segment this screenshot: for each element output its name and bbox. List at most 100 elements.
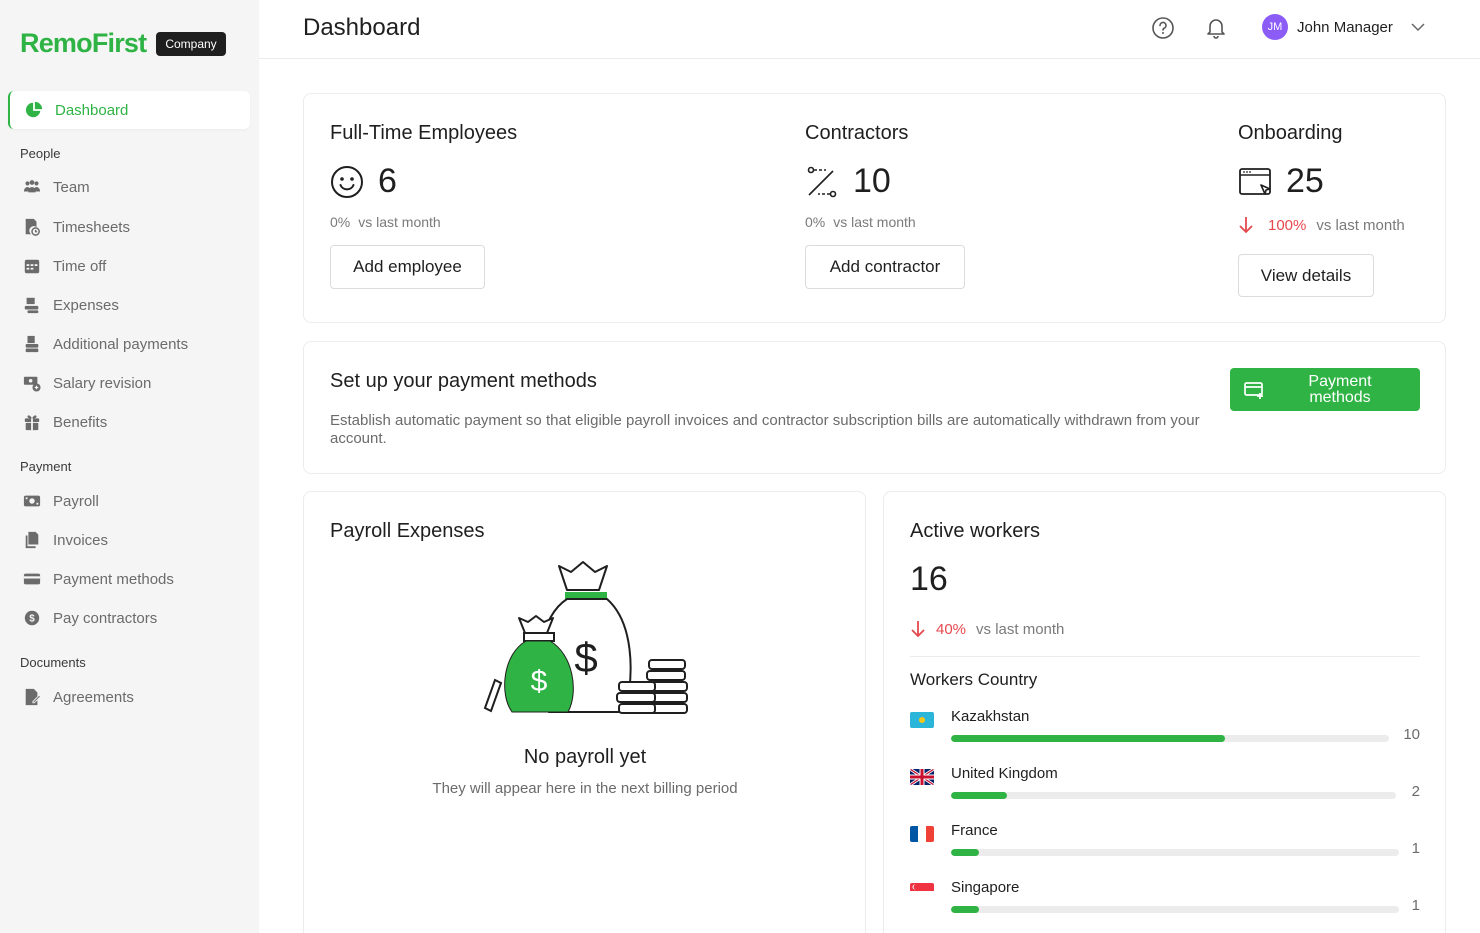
page-title: Dashboard xyxy=(303,14,421,41)
sidebar-item-team[interactable]: Team xyxy=(22,175,90,199)
country-name: United Kingdom xyxy=(951,765,1058,782)
employees-stat: 6 xyxy=(330,162,397,201)
user-menu[interactable]: JM John Manager xyxy=(1262,14,1426,40)
country-count: 1 xyxy=(1411,897,1420,914)
employees-pct: 0% xyxy=(330,214,351,230)
sidebar-item-label: Salary revision xyxy=(53,374,152,392)
sidebar-item-payroll[interactable]: Payroll xyxy=(22,489,99,513)
sidebar-item-dashboard[interactable]: Dashboard xyxy=(8,91,250,129)
sidebar-item-time-off[interactable]: Time off xyxy=(22,254,106,278)
credit-card-icon xyxy=(22,569,42,589)
country-name: Kazakhstan xyxy=(951,708,1030,725)
sidebar-item-label: Timesheets xyxy=(53,218,130,236)
money-bags-illustration: $ $ xyxy=(483,561,688,714)
active-workers-title: Active workers xyxy=(910,520,1041,542)
onboarding-count: 25 xyxy=(1286,162,1324,200)
contractors-trend: 0% vs last month xyxy=(805,214,916,230)
team-icon xyxy=(22,177,42,197)
sidebar-item-agreements[interactable]: Agreements xyxy=(22,685,134,709)
payment-stack-icon xyxy=(22,334,42,354)
sidebar-item-label: Time off xyxy=(53,257,107,275)
calendar-icon xyxy=(22,256,42,276)
onboarding-title: Onboarding xyxy=(1238,122,1343,144)
logo[interactable]: RemoFirst Company xyxy=(20,28,226,59)
sidebar-item-label: Additional payments xyxy=(53,335,189,353)
france-flag-icon xyxy=(910,826,934,842)
country-bar xyxy=(951,849,1399,856)
country-count: 2 xyxy=(1411,783,1420,800)
sidebar-item-salary-revision[interactable]: Salary revision xyxy=(22,371,151,395)
section-payment: Payment xyxy=(20,459,72,474)
country-name: France xyxy=(951,822,998,839)
chevron-down-icon xyxy=(1411,23,1425,32)
sidebar-item-label: Dashboard xyxy=(55,101,129,119)
payroll-icon xyxy=(22,491,42,511)
help-icon[interactable] xyxy=(1150,15,1176,41)
kazakhstan-flag-icon xyxy=(910,712,934,728)
country-count: 1 xyxy=(1411,840,1420,857)
sidebar-item-pay-contractors[interactable]: $ Pay contractors xyxy=(22,606,157,630)
contract-path-icon xyxy=(807,166,837,197)
singapore-flag-icon xyxy=(910,883,934,899)
onboarding-vs: vs last month xyxy=(1316,216,1405,234)
view-details-button[interactable]: View details xyxy=(1238,254,1374,297)
timesheet-icon xyxy=(22,217,42,237)
active-workers-trend: 40% vs last month xyxy=(910,620,1064,638)
divider xyxy=(910,656,1420,657)
sidebar-item-benefits[interactable]: Benefits xyxy=(22,410,107,434)
country-row-france: France 1 xyxy=(910,822,1420,868)
arrow-down-icon xyxy=(911,621,925,638)
avatar: JM xyxy=(1262,14,1288,40)
country-bar-fill xyxy=(951,849,979,856)
sidebar-item-payment-methods[interactable]: Payment methods xyxy=(22,567,174,591)
country-bar-fill xyxy=(951,906,979,913)
sidebar-item-expenses[interactable]: Expenses xyxy=(22,293,119,317)
sidebar-item-timesheets[interactable]: Timesheets xyxy=(22,215,130,239)
workers-country-title: Workers Country xyxy=(910,670,1038,689)
user-name: John Manager xyxy=(1297,18,1393,36)
contractors-title: Contractors xyxy=(805,122,909,144)
expense-icon xyxy=(22,295,42,315)
empty-state-title: No payroll yet xyxy=(523,746,647,768)
smile-icon xyxy=(331,165,363,198)
employees-count: 6 xyxy=(378,162,397,200)
add-employee-button[interactable]: Add employee xyxy=(330,245,485,289)
sidebar-item-label: Benefits xyxy=(53,413,108,431)
invoice-icon xyxy=(22,530,42,550)
svg-text:$: $ xyxy=(29,614,35,625)
sidebar: RemoFirst Company Dashboard People Team … xyxy=(0,0,259,933)
uk-flag-icon xyxy=(910,769,934,785)
sidebar-item-label: Invoices xyxy=(53,531,109,549)
sidebar-item-additional-payments[interactable]: Additional payments xyxy=(22,332,188,356)
sidebar-item-label: Expenses xyxy=(53,296,119,314)
payment-setup-card: Set up your payment methods Establish au… xyxy=(303,341,1446,474)
bell-icon[interactable] xyxy=(1203,15,1229,41)
brand-badge: Company xyxy=(156,31,226,56)
payroll-expenses-card: Payroll Expenses $ $ No payroll yet They… xyxy=(303,491,866,933)
section-people: People xyxy=(20,146,61,161)
payment-methods-button[interactable]: Payment methods xyxy=(1230,368,1420,411)
svg-text:$: $ xyxy=(574,634,597,681)
country-bar-fill xyxy=(951,735,1225,742)
sidebar-item-label: Payroll xyxy=(53,492,99,510)
stats-card: Full-Time Employees 6 0% vs last month A… xyxy=(303,93,1446,323)
dollar-coin-icon: $ xyxy=(22,608,42,628)
country-bar-fill xyxy=(951,792,1007,799)
browser-cursor-icon xyxy=(1239,167,1271,195)
sidebar-item-label: Pay contractors xyxy=(53,609,158,627)
contractors-pct: 0% xyxy=(805,214,826,230)
country-count: 10 xyxy=(1403,726,1420,743)
add-contractor-button[interactable]: Add contractor xyxy=(805,245,965,289)
pie-chart-icon xyxy=(24,100,44,120)
agreement-icon xyxy=(22,687,42,707)
card-add-icon xyxy=(1244,381,1263,399)
section-documents: Documents xyxy=(20,655,86,670)
country-bar xyxy=(951,792,1396,799)
country-row-singapore: Singapore 1 xyxy=(910,879,1420,925)
contractors-vs: vs last month xyxy=(833,214,916,230)
salary-revision-icon xyxy=(22,373,42,393)
sidebar-item-label: Team xyxy=(53,178,90,196)
country-row-kazakhstan: Kazakhstan 10 xyxy=(910,708,1420,754)
sidebar-item-invoices[interactable]: Invoices xyxy=(22,528,108,552)
country-bar xyxy=(951,735,1389,742)
